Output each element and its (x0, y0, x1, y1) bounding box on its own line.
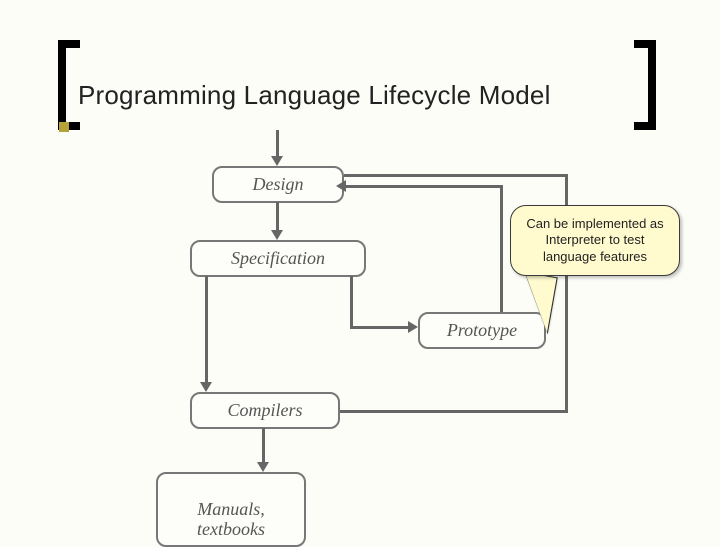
node-label: Specification (231, 248, 325, 268)
arrow-head-icon (257, 462, 269, 472)
arrow-head-icon (271, 230, 283, 240)
callout-prototype-note: Can be implemented as Interpreter to tes… (510, 205, 680, 276)
node-compilers: Compilers (190, 392, 340, 429)
node-manuals: Manuals, textbooks (156, 472, 306, 547)
node-label: Compilers (227, 400, 302, 420)
arrow-compilers-right (340, 410, 568, 413)
arrow-spec-right (350, 326, 410, 329)
node-label: Design (253, 174, 304, 194)
arrow-head-icon (336, 180, 346, 192)
arrow-compilers-left-top (344, 174, 568, 177)
accent-square-icon (59, 122, 69, 132)
arrow-head-icon (271, 156, 283, 166)
title-bar: Programming Language Lifecycle Model (78, 80, 648, 120)
arrow-design-specification (276, 202, 279, 232)
node-label: Manuals, textbooks (197, 499, 265, 539)
arrow-spec-down-left (205, 276, 208, 384)
arrow-head-icon (408, 321, 418, 333)
page-title: Programming Language Lifecycle Model (78, 80, 648, 111)
arrow-compilers-manuals (262, 428, 265, 464)
bracket-left-icon (58, 40, 80, 130)
callout-text: Can be implemented as Interpreter to tes… (526, 216, 663, 264)
node-label: Prototype (447, 320, 517, 340)
arrow-head-icon (200, 382, 212, 392)
node-specification: Specification (190, 240, 366, 277)
arrow-spec-down-right (350, 276, 353, 326)
bracket-right-icon (634, 40, 656, 130)
node-design: Design (212, 166, 344, 203)
arrow-prototype-up (500, 185, 503, 312)
arrow-prototype-left (344, 185, 502, 188)
arrow-in-design (276, 130, 279, 158)
